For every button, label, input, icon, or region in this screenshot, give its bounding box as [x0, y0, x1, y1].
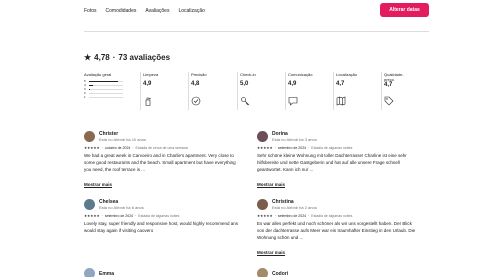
review-text: We had a great week in Carvoeiro and in … — [84, 153, 236, 172]
rating-score: 4,78 — [94, 53, 110, 62]
review-card: Christina Está no Airbnb há 2 anos ★★★★★… — [257, 199, 416, 255]
review-count: 73 avaliações — [118, 53, 171, 62]
category-label: Precisão — [191, 72, 207, 77]
stay-length: Estadia de algumas noites — [311, 146, 353, 150]
divider — [84, 31, 429, 32]
category-value: 4,9 — [288, 81, 297, 87]
avatar[interactable] — [84, 268, 95, 277]
review-card: Dorina Está no Airbnb há 3 anos ★★★★★ · … — [257, 131, 417, 191]
reviewer-tenure: Está no Airbnb há 10 anos — [99, 137, 146, 142]
category-divider — [381, 72, 382, 110]
category-divider — [333, 72, 334, 110]
reviewer-tenure: Está no Airbnb há 3 anos — [272, 137, 317, 142]
nav-link-amenities[interactable]: Comodidades — [106, 8, 137, 14]
category-divider — [285, 72, 286, 110]
category-cleanliness: Limpeza 4,9 — [143, 72, 188, 110]
rating-distribution: 5 4 3 2 1 — [84, 79, 142, 99]
review-date: setembro de 2024 — [104, 214, 134, 218]
review-card: Emma — [84, 268, 244, 277]
stay-length: Estadia de cerca de uma semana — [135, 146, 188, 150]
review-card: Christer Está no Airbnb há 10 anos ★★★★★… — [84, 131, 244, 191]
category-ratings: Avaliação geral 5 4 3 2 1 Limpeza 4,9 Pr… — [84, 72, 429, 110]
category-divider — [237, 72, 238, 110]
category-accuracy: Precisão 4,8 — [191, 72, 236, 110]
check-circle-icon — [191, 96, 201, 106]
category-label: Check-in — [240, 72, 256, 77]
category-value: 5,0 — [240, 81, 249, 87]
review-card: Codori — [257, 268, 417, 277]
avatar[interactable] — [257, 199, 268, 210]
stay-length: Estadia de algumas noites — [311, 214, 353, 218]
nav-link-reviews[interactable]: Avaliações — [145, 8, 169, 14]
reviewer-name: Emma — [99, 270, 115, 277]
reviewer-tenure: Está no Airbnb há 6 anos — [99, 205, 144, 210]
overall-rating: Avaliação geral 5 4 3 2 1 — [84, 72, 142, 110]
category-value: 4,9 — [143, 81, 152, 87]
change-dates-button[interactable]: Alterar datas — [380, 3, 429, 17]
star-icon: ★ — [84, 53, 92, 62]
show-more-link[interactable]: Mostrar mais — [257, 182, 285, 187]
distribution-bar — [89, 80, 118, 82]
review-stars: ★★★★★ — [257, 146, 273, 150]
review-date: outubro de 2024 — [104, 146, 131, 150]
review-card: Chelsea Está no Airbnb há 6 anos ★★★★★ ·… — [84, 199, 244, 234]
nav-link-photos[interactable]: Fotos — [84, 8, 97, 14]
review-text: Lovely stay, super friendly and responsi… — [84, 221, 238, 233]
top-nav: Fotos Comodidades Avaliações Localização… — [0, 0, 500, 24]
review-stars: ★★★★★ — [84, 146, 100, 150]
review-text: Sehr schöne kleine Wohnung mit toller Da… — [257, 153, 407, 172]
key-icon — [241, 97, 250, 106]
category-divider — [140, 72, 141, 110]
spray-bottle-icon — [145, 97, 151, 106]
category-location: Localização 4,7 — [336, 72, 381, 110]
distribution-bar — [89, 84, 94, 86]
avatar[interactable] — [84, 131, 95, 142]
chat-bubble-icon — [288, 97, 298, 106]
category-divider — [188, 72, 189, 110]
category-label: Limpeza — [143, 72, 159, 77]
category-label: Localização — [336, 72, 358, 77]
price-tag-icon — [384, 96, 394, 106]
distribution-bar — [89, 88, 91, 90]
review-stars: ★★★★★ — [84, 214, 100, 218]
category-label: Qualidade-preço — [384, 72, 404, 82]
reviewer-tenure: Está no Airbnb há 2 anos — [272, 205, 317, 210]
overall-rating-label: Avaliação geral — [84, 72, 112, 77]
nav-link-location[interactable]: Localização — [178, 8, 204, 14]
category-checkin: Check-in 5,0 — [240, 72, 285, 110]
review-date: setembro de 2024 — [277, 146, 307, 150]
category-value: 4,7 — [384, 82, 393, 88]
avatar[interactable] — [84, 199, 95, 210]
section-nav: Fotos Comodidades Avaliações Localização — [84, 8, 205, 14]
avatar[interactable] — [257, 268, 268, 277]
avatar[interactable] — [257, 131, 268, 142]
review-text: Es war alles perfekt und noch schöner al… — [257, 221, 416, 240]
rating-summary: ★ 4,78 · 73 avaliações — [84, 53, 170, 62]
category-value-for-money: Qualidade-preço 4,7 — [384, 72, 429, 110]
map-icon — [336, 96, 346, 106]
show-more-link[interactable]: Mostrar mais — [84, 182, 112, 187]
review-date: setembro de 2024 — [277, 214, 307, 218]
review-stars: ★★★★★ — [257, 214, 273, 218]
stay-length: Estadia de algumas noites — [138, 214, 180, 218]
category-label: Comunicação — [288, 72, 313, 77]
show-more-link[interactable]: Mostrar mais — [257, 250, 285, 255]
reviewer-name: Codori — [272, 270, 289, 277]
distribution-row: 1 — [84, 95, 142, 99]
category-value: 4,7 — [336, 81, 345, 87]
category-value: 4,8 — [191, 81, 200, 87]
category-communication: Comunicação 4,9 — [288, 72, 333, 110]
rating-separator: · — [112, 53, 116, 62]
